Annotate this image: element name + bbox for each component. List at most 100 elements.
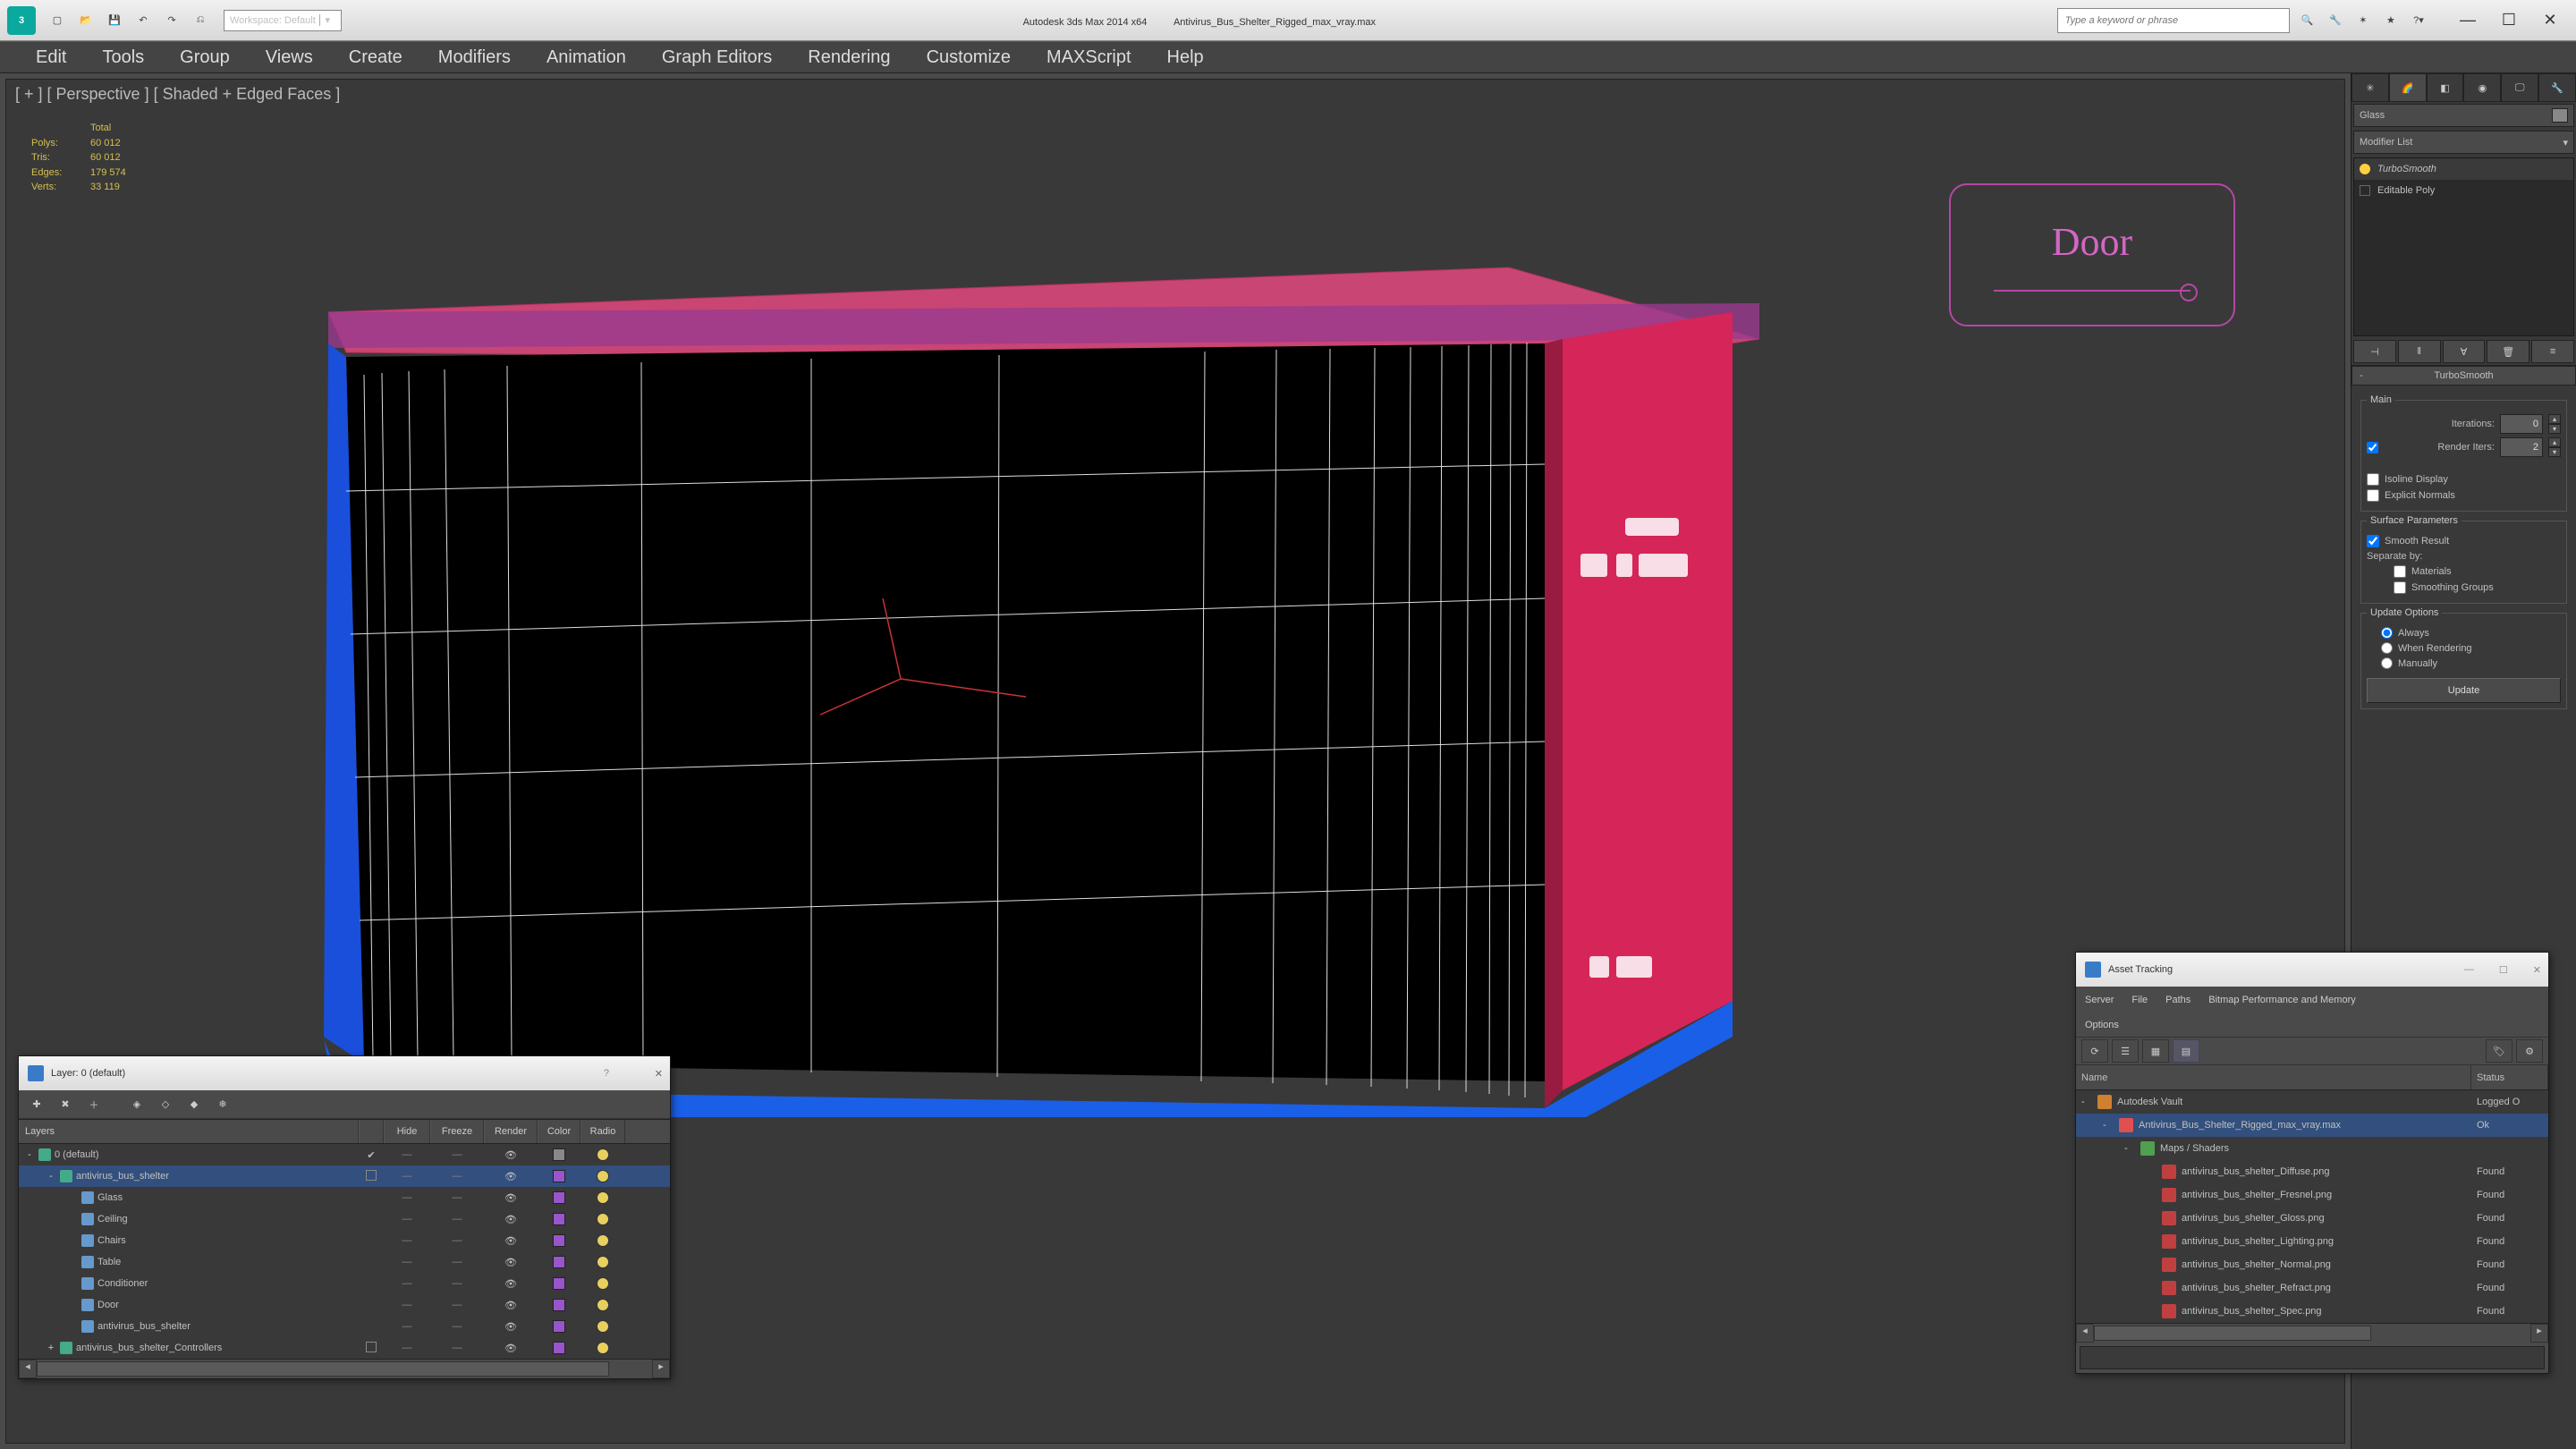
menu-create[interactable]: Create	[349, 47, 402, 68]
asset-hscrollbar[interactable]: ◂ ▸	[2076, 1323, 2548, 1343]
workspace-selector[interactable]: Workspace: Default ▾	[224, 10, 342, 31]
scroll-right-icon[interactable]: ▸	[652, 1360, 670, 1378]
asset-tracking-panel[interactable]: Asset Tracking — ☐ ✕ Server File Paths B…	[2075, 952, 2549, 1374]
col-current[interactable]	[359, 1120, 384, 1143]
new-layer-icon[interactable]: ✚	[24, 1093, 49, 1116]
menu-group[interactable]: Group	[180, 47, 230, 68]
render-toggle[interactable]: 👁	[484, 1257, 538, 1268]
render-iters-down[interactable]: ▾	[2548, 447, 2561, 457]
hide-toggle[interactable]: —	[384, 1257, 430, 1267]
render-iters-up[interactable]: ▴	[2548, 437, 2561, 447]
menu-views[interactable]: Views	[266, 47, 313, 68]
color-swatch[interactable]	[553, 1277, 565, 1290]
redo-icon[interactable]: ↷	[159, 8, 184, 33]
render-toggle[interactable]: 👁	[484, 1192, 538, 1204]
iterations-input[interactable]	[2500, 414, 2543, 434]
radiosity-swatch[interactable]	[597, 1148, 609, 1161]
menu-maxscript[interactable]: MAXScript	[1046, 47, 1131, 68]
radiosity-swatch[interactable]	[597, 1191, 609, 1204]
hide-toggle[interactable]: —	[384, 1278, 430, 1289]
scroll-thumb[interactable]	[2094, 1326, 2371, 1341]
tab-utilities[interactable]: 🔧	[2538, 73, 2576, 101]
mod-stack-item-editablepoly[interactable]: Editable Poly	[2354, 180, 2573, 201]
tab-create[interactable]: ✳	[2351, 73, 2389, 101]
layers-titlebar[interactable]: Layer: 0 (default) ? ✕	[19, 1056, 670, 1090]
freeze-toggle[interactable]: —	[430, 1343, 484, 1353]
col-layers[interactable]: Layers	[19, 1120, 359, 1143]
layers-close-icon[interactable]: ✕	[655, 1068, 663, 1080]
iterations-down[interactable]: ▾	[2548, 424, 2561, 434]
color-swatch[interactable]	[553, 1320, 565, 1333]
asset-close-icon[interactable]: ✕	[2533, 964, 2541, 976]
layer-row[interactable]: antivirus_bus_shelter——👁	[19, 1316, 670, 1337]
freeze-toggle[interactable]: —	[430, 1257, 484, 1267]
layer-row[interactable]: Table——👁	[19, 1251, 670, 1273]
layers-hscrollbar[interactable]: ◂ ▸	[19, 1359, 670, 1378]
color-swatch[interactable]	[553, 1256, 565, 1268]
hide-toggle[interactable]: —	[384, 1214, 430, 1224]
asset-row[interactable]: antivirus_bus_shelter_Fresnel.pngFound	[2076, 1183, 2548, 1207]
current-layer-box[interactable]	[366, 1170, 377, 1181]
layers-grid-body[interactable]: -0 (default)✔——👁-antivirus_bus_shelter——…	[19, 1144, 670, 1359]
color-swatch[interactable]	[553, 1148, 565, 1161]
help-icon[interactable]: ?▾	[2406, 8, 2431, 33]
layer-row[interactable]: Conditioner——👁	[19, 1273, 670, 1294]
freeze-toggle[interactable]: —	[430, 1278, 484, 1289]
delete-layer-icon[interactable]: ✖	[53, 1093, 78, 1116]
asset-grid-body[interactable]: -Autodesk VaultLogged O-Antivirus_Bus_Sh…	[2076, 1090, 2548, 1323]
radiosity-swatch[interactable]	[597, 1342, 609, 1354]
render-iters-checkbox[interactable]	[2367, 442, 2378, 453]
asset-row[interactable]: antivirus_bus_shelter_Normal.pngFound	[2076, 1253, 2548, 1276]
expand-icon[interactable]: -	[24, 1149, 35, 1160]
object-name-field[interactable]: Glass	[2353, 104, 2574, 127]
iterations-up[interactable]: ▴	[2548, 414, 2561, 424]
col-asset-name[interactable]: Name	[2076, 1065, 2471, 1089]
tab-motion[interactable]: ◉	[2463, 73, 2501, 101]
asset-table-icon[interactable]: ▦	[2142, 1039, 2169, 1063]
menu-help[interactable]: Help	[1167, 47, 1204, 68]
modifier-stack[interactable]: TurboSmooth Editable Poly	[2353, 157, 2574, 336]
layer-row[interactable]: -antivirus_bus_shelter——👁	[19, 1165, 670, 1187]
rollout-header[interactable]: TurboSmooth	[2351, 366, 2576, 386]
layers-panel[interactable]: Layer: 0 (default) ? ✕ ✚ ✖ ＋ ◈ ◇ ◆ ❄ Lay…	[18, 1055, 671, 1379]
hide-toggle[interactable]: —	[384, 1343, 430, 1353]
render-toggle[interactable]: 👁	[484, 1278, 538, 1290]
freeze-toggle[interactable]: —	[430, 1171, 484, 1182]
scroll-thumb[interactable]	[37, 1361, 609, 1377]
col-asset-status[interactable]: Status	[2471, 1065, 2548, 1089]
hide-toggle[interactable]: —	[384, 1235, 430, 1246]
chevron-down-icon[interactable]: ▾	[319, 14, 335, 26]
smoothing-groups-checkbox[interactable]	[2394, 581, 2406, 594]
configure-sets-button[interactable]: ≡	[2531, 340, 2574, 363]
menu-modifiers[interactable]: Modifiers	[438, 47, 511, 68]
asset-menu-file[interactable]: File	[2131, 995, 2148, 1005]
scene-object-glass[interactable]	[310, 258, 1759, 1117]
col-color[interactable]: Color	[538, 1120, 580, 1143]
render-toggle[interactable]: 👁	[484, 1214, 538, 1225]
expand-icon[interactable]: -	[46, 1171, 56, 1182]
scroll-left-icon[interactable]: ◂	[19, 1360, 37, 1378]
maximize-button[interactable]: ☐	[2490, 8, 2528, 33]
freeze-layer-icon[interactable]: ❄	[210, 1093, 235, 1116]
layer-row[interactable]: Glass——👁	[19, 1187, 670, 1208]
search-icon[interactable]: 🔍	[2295, 8, 2320, 33]
render-toggle[interactable]: 👁	[484, 1171, 538, 1182]
asset-tree-icon[interactable]: ☰	[2112, 1039, 2139, 1063]
layer-row[interactable]: Door——👁	[19, 1294, 670, 1316]
asset-minimize-icon[interactable]: —	[2464, 964, 2474, 976]
viewcube[interactable]: Door	[1949, 183, 2235, 326]
asset-row[interactable]: -Autodesk VaultLogged O	[2076, 1090, 2548, 1114]
asset-maximize-icon[interactable]: ☐	[2499, 964, 2508, 976]
col-radio[interactable]: Radio	[580, 1120, 625, 1143]
hide-layer-icon[interactable]: ◆	[182, 1093, 207, 1116]
hide-toggle[interactable]: —	[384, 1171, 430, 1182]
mod-stack-item-turbosmooth[interactable]: TurboSmooth	[2354, 158, 2573, 180]
tab-display[interactable]: 🖵	[2501, 73, 2538, 101]
render-toggle[interactable]: 👁	[484, 1235, 538, 1247]
asset-row[interactable]: antivirus_bus_shelter_Lighting.pngFound	[2076, 1230, 2548, 1253]
minimize-button[interactable]: —	[2449, 8, 2487, 33]
radiosity-swatch[interactable]	[597, 1256, 609, 1268]
make-unique-button[interactable]: ∀	[2443, 340, 2486, 363]
col-freeze[interactable]: Freeze	[430, 1120, 484, 1143]
menu-graph-editors[interactable]: Graph Editors	[662, 47, 772, 68]
